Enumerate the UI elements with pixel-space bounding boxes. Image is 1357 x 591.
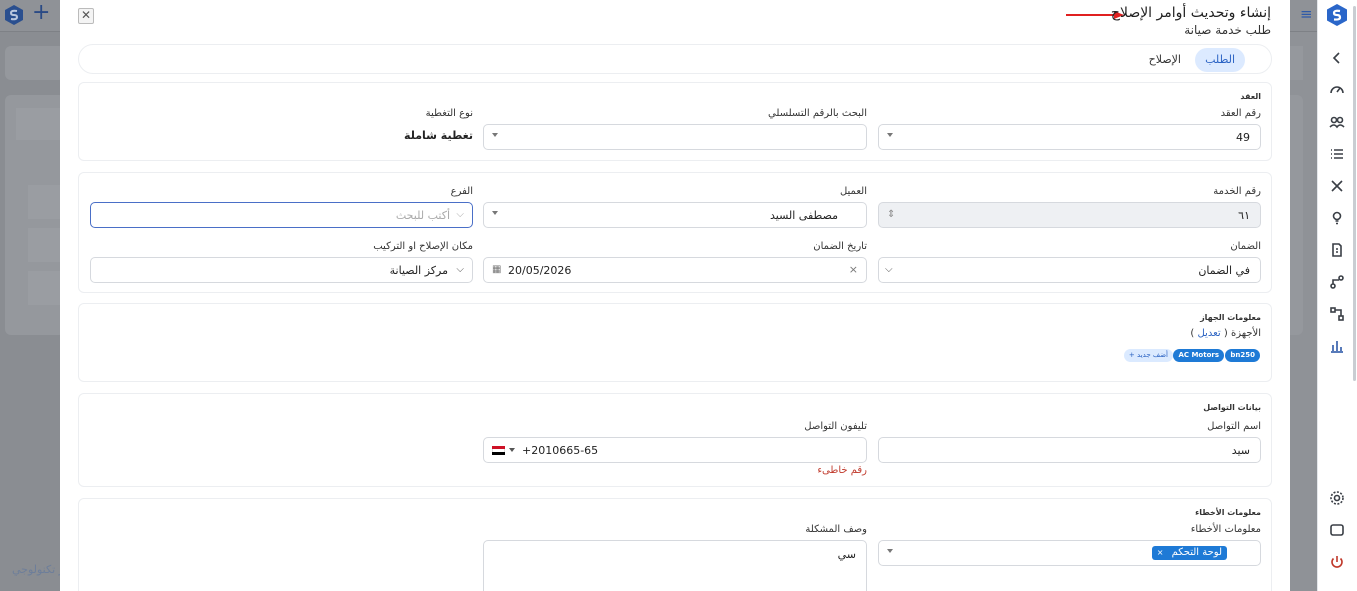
- section-title: العقد: [1240, 92, 1261, 101]
- customer-select[interactable]: مصطفى السيد: [483, 202, 867, 228]
- contact-phone-value: +2010665-65: [522, 444, 599, 457]
- contact-phone-label: تليفون التواصل: [804, 421, 867, 432]
- background-block: [28, 185, 62, 219]
- close-button[interactable]: ✕: [78, 8, 94, 24]
- clear-icon[interactable]: ×: [849, 263, 858, 276]
- modal-subtitle: طلب خدمة صيانة: [1184, 23, 1271, 37]
- contact-name-input[interactable]: سيد: [878, 437, 1261, 463]
- sidebar-scrollbar[interactable]: [1353, 6, 1356, 381]
- problem-description-textarea[interactable]: سي: [483, 540, 867, 591]
- customer-value: مصطفى السيد: [770, 209, 838, 222]
- repair-place-label: مكان الإصلاح او التركيب: [373, 241, 473, 252]
- caret-down-icon: [887, 549, 893, 553]
- contract-number-select[interactable]: 49: [878, 124, 1261, 150]
- customer-label: العميل: [839, 186, 867, 197]
- serial-search-select[interactable]: [483, 124, 867, 150]
- list-icon[interactable]: [1328, 145, 1346, 163]
- faults-label: معلومات الأخطاء: [1190, 524, 1261, 535]
- power-icon[interactable]: [1328, 553, 1346, 571]
- warranty-date-value: 20/05/2026: [508, 264, 572, 277]
- workflow-icon[interactable]: [1328, 273, 1346, 291]
- contact-section: بيانات التواصل اسم التواصل سيد تليفون ال…: [78, 393, 1272, 487]
- display-icon[interactable]: [1328, 521, 1346, 539]
- branch-search-input[interactable]: أكتب للبحث ⌵: [90, 202, 473, 228]
- contact-name-label: اسم التواصل: [1207, 421, 1261, 432]
- service-number-label: رقم الخدمة: [1213, 186, 1261, 197]
- coverage-type-value: تغطية شاملة: [404, 129, 473, 142]
- chevron-down-icon: ⌵: [885, 264, 893, 275]
- background-card: [5, 46, 65, 80]
- add-device-button[interactable]: + أضف جديد: [1123, 349, 1173, 362]
- warranty-label: الضمان: [1230, 241, 1261, 252]
- caret-down-icon: [492, 133, 498, 137]
- users-icon[interactable]: [1328, 113, 1346, 131]
- warranty-date-label: تاريخ الضمان: [813, 241, 867, 252]
- branch-label: الفرع: [450, 186, 473, 197]
- chevron-left-icon[interactable]: [1328, 49, 1346, 67]
- document-money-icon[interactable]: [1328, 241, 1346, 259]
- warranty-value: في الضمان: [1198, 264, 1250, 277]
- background-card: [1290, 95, 1303, 335]
- faults-select[interactable]: لوحة التحكم ×: [878, 540, 1261, 566]
- contact-phone-input[interactable]: +2010665-65: [483, 437, 867, 463]
- repair-place-select[interactable]: مركز الصيانة ⌵: [90, 257, 473, 283]
- background-block: [28, 228, 62, 262]
- service-number-value: ٦١: [1238, 209, 1250, 222]
- chevron-down-icon: ⌵: [456, 209, 464, 220]
- edit-devices-link[interactable]: تعديل: [1197, 328, 1220, 339]
- section-title: معلومات الجهاز: [1200, 313, 1261, 322]
- brand-logo-icon: [1327, 4, 1347, 26]
- hierarchy-icon[interactable]: [1328, 305, 1346, 323]
- faults-section: معلومات الأخطاء معلومات الأخطاء لوحة الت…: [78, 498, 1272, 591]
- device-tag[interactable]: bn250: [1225, 349, 1260, 362]
- contract-section: العقد رقم العقد 49 البحث بالرقم التسلسلي…: [78, 82, 1272, 161]
- service-number-field: ٦١ ⇕: [878, 202, 1261, 228]
- section-title: معلومات الأخطاء: [1195, 508, 1261, 517]
- section-title: بيانات التواصل: [1203, 403, 1261, 412]
- reports-chart-icon[interactable]: [1328, 337, 1346, 355]
- device-section: معلومات الجهاز الأجهزة ( تعديل ) bn250 A…: [78, 303, 1272, 382]
- background-footer-text: ر تكنولوجي: [12, 563, 64, 576]
- egypt-flag-icon[interactable]: [492, 446, 505, 455]
- caret-down-icon: [492, 211, 498, 215]
- coverage-type-label: نوع التغطية: [425, 108, 473, 119]
- service-section: رقم الخدمة ٦١ ⇕ العميل مصطفى السيد الفرع…: [78, 172, 1272, 293]
- repair-place-value: مركز الصيانة: [389, 264, 448, 277]
- chevron-down-icon: ⌵: [456, 264, 464, 275]
- contract-number-label: رقم العقد: [1220, 108, 1261, 119]
- branch-placeholder: أكتب للبحث: [395, 209, 450, 222]
- serial-search-label: البحث بالرقم التسلسلي: [768, 108, 867, 119]
- tab-repair[interactable]: الإصلاح: [1139, 48, 1191, 72]
- contract-number-value: 49: [1236, 131, 1250, 144]
- background-card: [1290, 46, 1303, 80]
- device-tag[interactable]: AC Motors: [1173, 349, 1224, 362]
- dashboard-gauge-icon[interactable]: [1328, 81, 1346, 99]
- phone-error-message: رقم خاطىء: [817, 465, 867, 476]
- tools-icon[interactable]: [1328, 177, 1346, 195]
- caret-down-icon: [887, 133, 893, 137]
- problem-description-value: سي: [837, 548, 856, 561]
- calendar-icon[interactable]: ▦: [492, 264, 501, 275]
- add-icon[interactable]: +: [32, 2, 50, 24]
- contact-name-value: سيد: [1231, 444, 1250, 457]
- repair-order-modal: ✕ إنشاء وتحديث أوامر الإصلاح طلب خدمة صي…: [60, 0, 1290, 591]
- menu-icon[interactable]: ≡: [1300, 7, 1313, 22]
- warranty-select[interactable]: في الضمان ⌵: [878, 257, 1261, 283]
- right-sidebar: [1317, 0, 1357, 591]
- fault-tag[interactable]: لوحة التحكم ×: [1151, 546, 1227, 560]
- tab-bar: الطلب الإصلاح: [78, 44, 1272, 74]
- remove-tag-icon[interactable]: ×: [1157, 548, 1164, 557]
- warranty-date-picker[interactable]: 20/05/2026 ▦ ×: [483, 257, 867, 283]
- background-block: [28, 271, 62, 305]
- problem-description-label: وصف المشكلة: [805, 524, 867, 535]
- caret-down-icon[interactable]: [509, 448, 515, 452]
- modal-title: إنشاء وتحديث أوامر الإصلاح: [1110, 5, 1271, 21]
- devices-label: الأجهزة ( تعديل ): [1190, 328, 1261, 339]
- stepper-icon: ⇕: [887, 209, 896, 220]
- tab-request[interactable]: الطلب: [1195, 48, 1245, 72]
- background-block: [16, 108, 64, 140]
- settings-gear-icon[interactable]: [1328, 489, 1346, 507]
- app-logo-icon: [5, 5, 23, 25]
- lightbulb-icon[interactable]: [1328, 209, 1346, 227]
